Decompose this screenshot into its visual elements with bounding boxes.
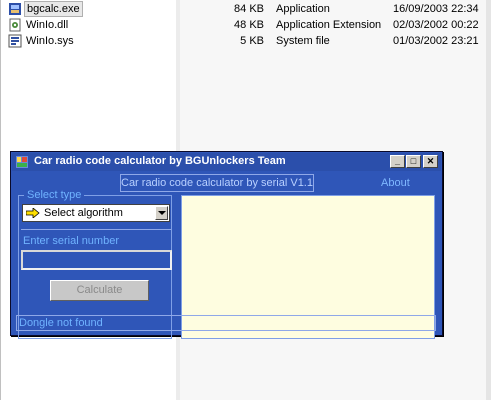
title-bar[interactable]: Car radio code calculator by BGUnlockers… — [12, 153, 441, 171]
select-type-label: Select type — [24, 189, 85, 201]
serial-label: Enter serial number — [23, 235, 119, 247]
file-size: 48 KB — [234, 19, 264, 31]
algorithm-select[interactable]: Select algorithm — [22, 204, 170, 222]
file-name[interactable]: bgcalc.exe — [24, 1, 83, 17]
algorithm-select-value: Select algorithm — [44, 207, 123, 219]
serial-input[interactable] — [21, 250, 172, 270]
file-size: 84 KB — [234, 3, 264, 15]
close-button[interactable]: ✕ — [423, 155, 438, 168]
dll-icon — [9, 18, 21, 32]
window-title: Car radio code calculator by BGUnlockers… — [34, 155, 286, 167]
divider — [21, 229, 171, 230]
app-caption: Car radio code calculator by serial V1.1 — [120, 174, 314, 192]
file-type: Application — [276, 3, 330, 15]
minimize-button[interactable]: _ — [390, 155, 405, 168]
file-date: 02/03/2002 00:22 — [393, 19, 479, 31]
status-bar: Dongle not found — [16, 315, 436, 331]
file-type: System file — [276, 35, 330, 47]
exe-icon — [9, 3, 21, 15]
window-client: Car radio code calculator by serial V1.1… — [12, 172, 441, 339]
file-date: 01/03/2002 23:21 — [393, 35, 479, 47]
file-name[interactable]: WinIo.sys — [24, 33, 76, 49]
sys-file-icon — [8, 34, 22, 48]
file-row[interactable]: bgcalc.exe 84 KB Application 16/09/2003 … — [6, 1, 491, 17]
pane-divider — [0, 0, 1, 400]
scrollbar[interactable] — [486, 0, 491, 400]
file-name[interactable]: WinIo.dll — [24, 17, 70, 33]
file-row[interactable]: WinIo.sys 5 KB System file 01/03/2002 23… — [6, 33, 491, 49]
file-type: Application Extension — [276, 19, 382, 31]
maximize-button[interactable]: □ — [406, 155, 421, 168]
calculator-window: Car radio code calculator by BGUnlockers… — [10, 151, 443, 339]
file-size: 5 KB — [240, 35, 264, 47]
arrow-right-icon — [26, 208, 40, 218]
file-date: 16/09/2003 22:34 — [393, 3, 479, 15]
about-link[interactable]: About — [381, 177, 410, 189]
app-icon — [16, 156, 28, 168]
chevron-down-icon[interactable] — [155, 206, 168, 220]
calculate-button[interactable]: Calculate — [50, 280, 149, 301]
file-row[interactable]: WinIo.dll 48 KB Application Extension 02… — [6, 17, 491, 33]
